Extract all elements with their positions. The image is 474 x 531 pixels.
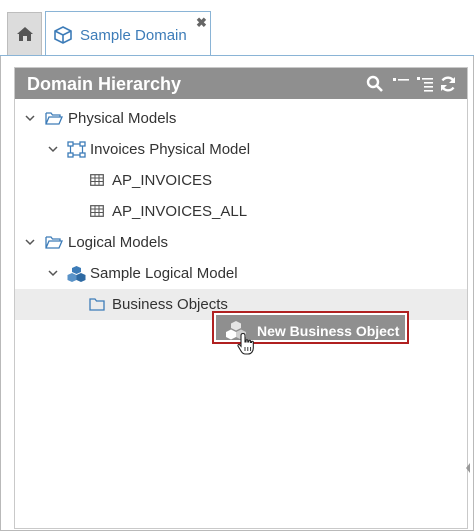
tab-sample-domain[interactable]: Sample Domain ✖	[45, 11, 211, 56]
tab-label: Sample Domain	[80, 27, 187, 44]
chevron-down-icon[interactable]	[25, 237, 35, 247]
tab-divider	[0, 55, 474, 56]
tree-label: Physical Models	[68, 110, 177, 127]
tree-label: Logical Models	[68, 234, 169, 251]
domain-icon	[54, 26, 72, 44]
tree-row-invoices-physical-model[interactable]: Invoices Physical Model	[15, 134, 467, 165]
resize-handle-icon[interactable]	[465, 462, 471, 474]
tree-label: AP_INVOICES	[112, 172, 213, 189]
search-icon[interactable]	[366, 75, 384, 93]
collapse-all-icon[interactable]	[392, 75, 410, 93]
physical-model-icon	[67, 141, 86, 158]
tree-row-sample-logical-model[interactable]: Sample Logical Model	[15, 258, 467, 289]
home-icon	[16, 27, 33, 41]
panel-title: Domain Hierarchy	[27, 74, 182, 94]
tree-label: Sample Logical Model	[90, 265, 238, 282]
table-icon	[90, 205, 104, 217]
context-menu-label: New Business Object	[257, 323, 400, 339]
chevron-down-icon[interactable]	[48, 144, 58, 154]
tab-bar: Sample Domain ✖	[0, 0, 474, 56]
tab-home[interactable]	[7, 12, 42, 55]
chevron-down-icon[interactable]	[48, 268, 58, 278]
domain-hierarchy-panel: Domain Hierarchy Physical Models Invoice…	[14, 67, 468, 529]
tree-label: AP_INVOICES_ALL	[112, 203, 248, 220]
expand-all-icon[interactable]	[416, 75, 434, 93]
table-icon	[90, 174, 104, 186]
chevron-down-icon[interactable]	[25, 113, 35, 123]
tree-row-ap-invoices-all[interactable]: AP_INVOICES_ALL	[15, 196, 467, 227]
tree-row-ap-invoices[interactable]: AP_INVOICES	[15, 165, 467, 196]
tree-row-logical-models[interactable]: Logical Models	[15, 227, 467, 258]
folder-open-icon	[45, 112, 63, 125]
tree-label: Invoices Physical Model	[90, 141, 251, 158]
tree-row-physical-models[interactable]: Physical Models	[15, 103, 467, 134]
panel-header: Domain Hierarchy	[15, 68, 467, 99]
refresh-icon[interactable]	[439, 75, 457, 93]
tree-label: Business Objects	[112, 296, 228, 313]
folder-icon	[89, 298, 105, 311]
logical-model-icon	[67, 266, 86, 282]
folder-open-icon	[45, 236, 63, 249]
close-icon[interactable]: ✖	[196, 15, 207, 31]
hand-cursor-icon	[237, 332, 254, 355]
